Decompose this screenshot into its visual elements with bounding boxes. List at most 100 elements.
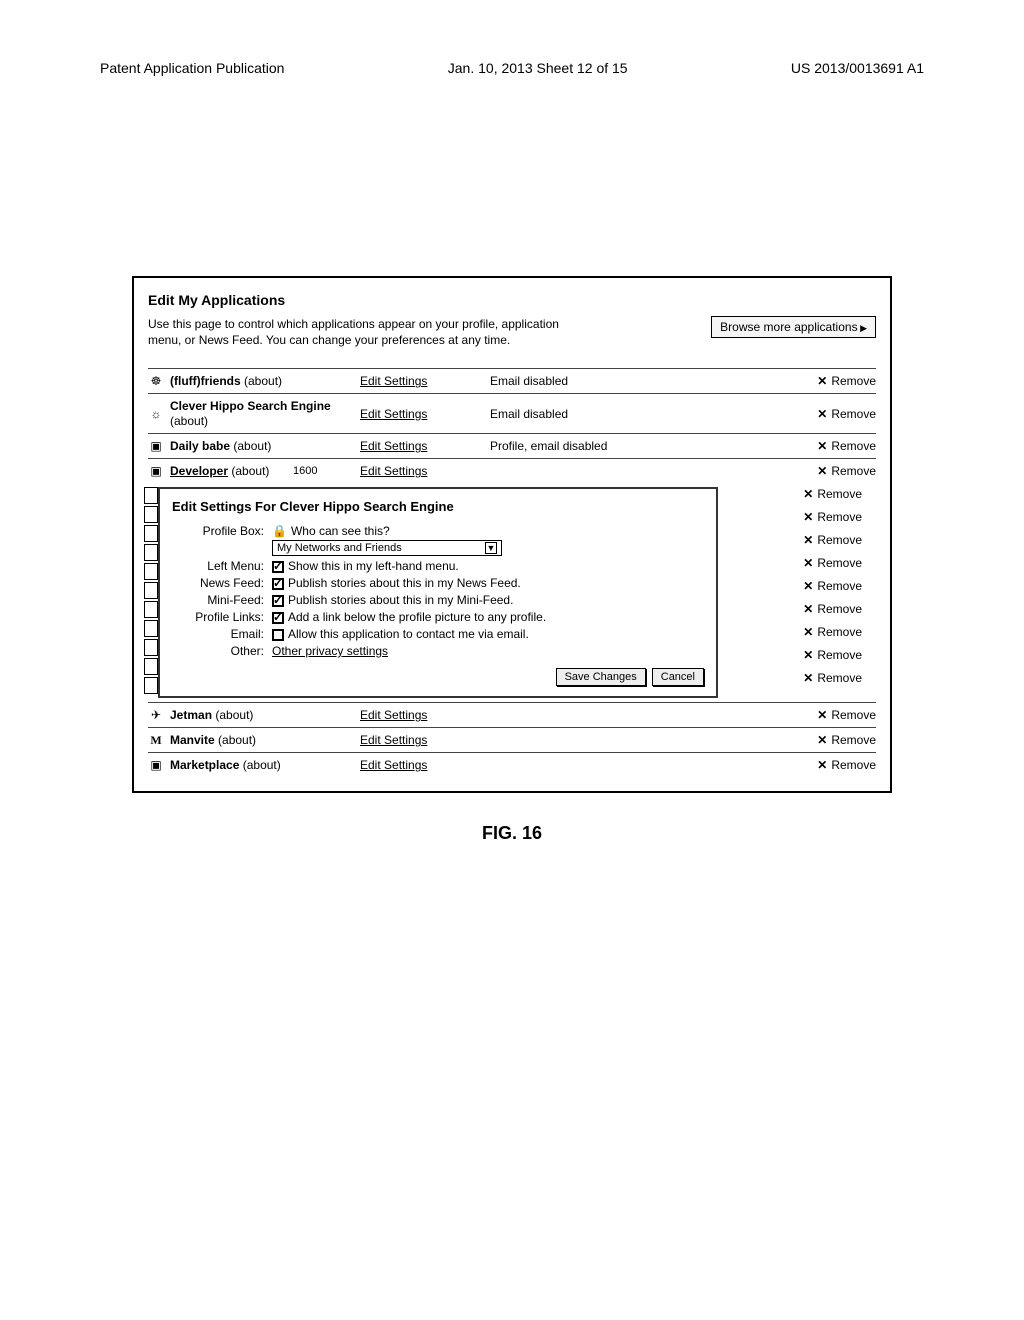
news-feed-checkbox[interactable] [272,578,284,590]
app-icon: ▣ [148,758,164,772]
app-icon: ☸ [148,374,164,388]
app-icon: ▣ [148,464,164,478]
app-status: Email disabled [490,374,670,388]
hidden-app-icon [144,487,158,504]
setting-text: Add a link below the profile picture to … [288,610,546,624]
header-right: US 2013/0013691 A1 [791,60,924,76]
browse-more-applications-button[interactable]: Browse more applications [711,316,876,338]
hidden-app-icon [144,658,158,675]
app-name: Manvite (about) [170,733,360,747]
hidden-app-icon [144,544,158,561]
setting-label: Left Menu: [172,559,272,573]
hidden-app-icon [144,563,158,580]
app-row: M Manvite (about) Edit Settings ✕Remove [148,727,876,752]
setting-text: Publish stories about this in my Mini-Fe… [288,593,513,607]
app-name: Clever Hippo Search Engine (about) [170,399,360,428]
edit-settings-link[interactable]: Edit Settings [360,758,490,772]
remove-button[interactable]: ✕Remove [817,708,876,722]
app-icon: ✈ [148,708,164,722]
other-privacy-link[interactable]: Other privacy settings [272,644,388,658]
x-icon: ✕ [803,556,813,570]
setting-text: Publish stories about this in my News Fe… [288,576,521,590]
remove-button[interactable]: ✕Remove [817,374,876,388]
edit-settings-link[interactable]: Edit Settings [360,407,490,421]
edit-settings-link[interactable]: Edit Settings [360,708,490,722]
profile-box-label: Profile Box: [172,524,272,538]
remove-button[interactable]: ✕Remove [803,556,862,570]
app-status: Profile, email disabled [490,439,670,453]
remove-column: ✕Remove ✕Remove ✕Remove ✕Remove ✕Remove … [803,487,862,685]
header-center: Jan. 10, 2013 Sheet 12 of 15 [448,60,628,76]
save-changes-button[interactable]: Save Changes [556,668,646,686]
setting-text: Show this in my left-hand menu. [288,559,459,573]
x-icon: ✕ [803,648,813,662]
x-icon: ✕ [817,374,827,388]
mini-feed-checkbox[interactable] [272,595,284,607]
callout-reference: 1600 [293,465,317,477]
app-row: ☸ (fluff)friends (about) Edit Settings E… [148,368,876,393]
remove-button[interactable]: ✕Remove [817,758,876,772]
hidden-app-icon [144,639,158,656]
remove-button[interactable]: ✕Remove [803,533,862,547]
x-icon: ✕ [803,671,813,685]
document-header: Patent Application Publication Jan. 10, … [100,60,924,76]
app-name: Jetman (about) [170,708,360,722]
hidden-app-icon [144,601,158,618]
remove-button[interactable]: ✕Remove [817,733,876,747]
edit-settings-link[interactable]: Edit Settings [360,464,490,478]
app-row: ☼ Clever Hippo Search Engine (about) Edi… [148,393,876,433]
remove-button[interactable]: ✕Remove [817,407,876,421]
remove-button[interactable]: ✕Remove [817,439,876,453]
app-icon: ☼ [148,407,164,421]
cancel-button[interactable]: Cancel [652,668,704,686]
app-name: Developer (about) [170,464,360,478]
setting-label: News Feed: [172,576,272,590]
setting-label: Profile Links: [172,610,272,624]
settings-panel-container: ✕Remove ✕Remove ✕Remove ✕Remove ✕Remove … [148,487,876,698]
app-row: ▣ Daily babe (about) Edit Settings Profi… [148,433,876,458]
remove-button[interactable]: ✕Remove [803,671,862,685]
hidden-app-icon [144,620,158,637]
app-name: Marketplace (about) [170,758,360,772]
remove-button[interactable]: ✕Remove [803,602,862,616]
app-row: ▣ Developer (about) 1600 Edit Settings ✕… [148,458,876,483]
intro-description: Use this page to control which applicati… [148,316,588,348]
hidden-app-icon [144,506,158,523]
obscured-app-icons [144,487,158,694]
x-icon: ✕ [803,625,813,639]
left-menu-checkbox[interactable] [272,561,284,573]
edit-settings-link[interactable]: Edit Settings [360,439,490,453]
dialog-title: Edit Settings For Clever Hippo Search En… [172,499,704,514]
setting-label: Mini-Feed: [172,593,272,607]
app-row: ▣ Marketplace (about) Edit Settings ✕Rem… [148,752,876,777]
remove-button[interactable]: ✕Remove [817,464,876,478]
remove-button[interactable]: ✕Remove [803,625,862,639]
hidden-app-icon [144,525,158,542]
header-left: Patent Application Publication [100,60,284,76]
x-icon: ✕ [817,439,827,453]
x-icon: ✕ [817,733,827,747]
page-title: Edit My Applications [148,292,876,308]
hidden-app-icon [144,677,158,694]
figure-caption: FIG. 16 [100,823,924,844]
remove-button[interactable]: ✕Remove [803,579,862,593]
edit-applications-panel: Edit My Applications Use this page to co… [132,276,892,793]
setting-label: Email: [172,627,272,641]
app-icon: M [148,733,164,747]
remove-button[interactable]: ✕Remove [803,510,862,524]
app-name: (fluff)friends (about) [170,374,360,388]
profile-links-checkbox[interactable] [272,612,284,624]
remove-button[interactable]: ✕Remove [803,487,862,501]
edit-settings-link[interactable]: Edit Settings [360,374,490,388]
app-name: Daily babe (about) [170,439,360,453]
privacy-dropdown[interactable]: My Networks and Friends ▼ [272,540,502,556]
remove-button[interactable]: ✕Remove [803,648,862,662]
x-icon: ✕ [803,510,813,524]
x-icon: ✕ [803,602,813,616]
x-icon: ✕ [803,533,813,547]
edit-settings-link[interactable]: Edit Settings [360,733,490,747]
chevron-down-icon: ▼ [485,542,497,554]
who-can-see-label: Who can see this? [291,524,390,538]
email-checkbox[interactable] [272,629,284,641]
setting-label: Other: [172,644,272,658]
